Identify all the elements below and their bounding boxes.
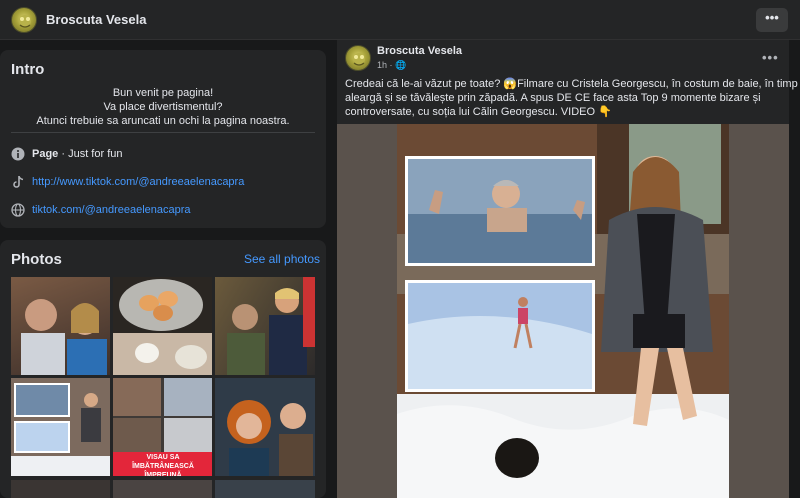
photo-thumbnail[interactable] [11, 480, 110, 498]
page-avatar[interactable] [11, 7, 37, 33]
top-bar: Broscuta Vesela ••• [0, 0, 800, 40]
photo-thumbnail[interactable] [113, 480, 212, 498]
intro-divider [11, 132, 315, 133]
page-category-label: Page [32, 148, 59, 160]
post-text-line: Credeai că le-ai văzut pe toate? 😱Filmar… [345, 78, 800, 90]
info-icon [11, 147, 25, 161]
photo-thumbnail[interactable] [215, 378, 315, 476]
photo-eggs [113, 279, 212, 375]
page-category-row: Page · Just for fun [11, 146, 321, 162]
tiktok-link-row: http://www.tiktok.com/@andreeaelenacapra [11, 174, 321, 190]
post-author-avatar[interactable] [345, 45, 371, 71]
photos-title: Photos [11, 251, 62, 268]
intro-line: Va place divertismentul? [103, 101, 223, 113]
photo-snow-collage [11, 383, 110, 476]
post-image[interactable] [337, 124, 789, 498]
intro-description: Bun venit pe pagina! Va place divertisme… [10, 86, 316, 128]
photo-people [21, 299, 107, 375]
photo-thumbnail[interactable] [113, 277, 212, 375]
tiktok-url-link[interactable]: http://www.tiktok.com/@andreeaelenacapra [32, 176, 244, 188]
photo-thumbnail[interactable]: VISAU SA ÎMBĂTRÂNEASCĂ ÎMPREUNĂ [113, 378, 212, 476]
intro-line: Bun venit pe pagina! [112, 87, 214, 99]
frog-logo-icon [19, 15, 31, 28]
photo-caption-banner: VISAU SA ÎMBĂTRÂNEASCĂ ÎMPREUNĂ [132, 454, 194, 476]
more-options-button[interactable]: ••• [756, 8, 788, 32]
post-text-line: controversate, cu soția lui Călin George… [345, 106, 612, 118]
tiktok-icon [13, 176, 24, 188]
post-timestamp[interactable]: 1h · 🌐 [377, 60, 406, 71]
photo-thumbnail[interactable] [215, 277, 315, 375]
photo-thumbnail[interactable] [11, 378, 110, 476]
page-category-value: · Just for fun [58, 148, 123, 160]
post-text-line: aleargă și se tăvălește prin zăpadă. A s… [345, 92, 761, 104]
page-title[interactable]: Broscuta Vesela [46, 12, 146, 27]
post-author-name[interactable]: Broscuta Vesela [377, 45, 462, 57]
photo-politicians [227, 277, 315, 375]
post-photo-illustration [397, 124, 729, 498]
post-text: Credeai că le-ai văzut pe toate? 😱Filmar… [345, 77, 800, 119]
globe-icon [11, 203, 25, 217]
intro-title: Intro [11, 61, 45, 78]
intro-line: Atunci trebuie sa aruncati un ochi la pa… [36, 115, 290, 127]
photo-thumbnail[interactable] [215, 480, 315, 498]
photo-smiling-people [227, 400, 313, 476]
website-link[interactable]: tiktok.com/@andreeaelenacapra [32, 204, 191, 216]
website-link-row: tiktok.com/@andreeaelenacapra [11, 202, 321, 218]
see-all-photos-link[interactable]: See all photos [244, 252, 320, 266]
post-more-button[interactable]: ••• [762, 50, 779, 65]
photo-thumbnail[interactable] [11, 277, 110, 375]
